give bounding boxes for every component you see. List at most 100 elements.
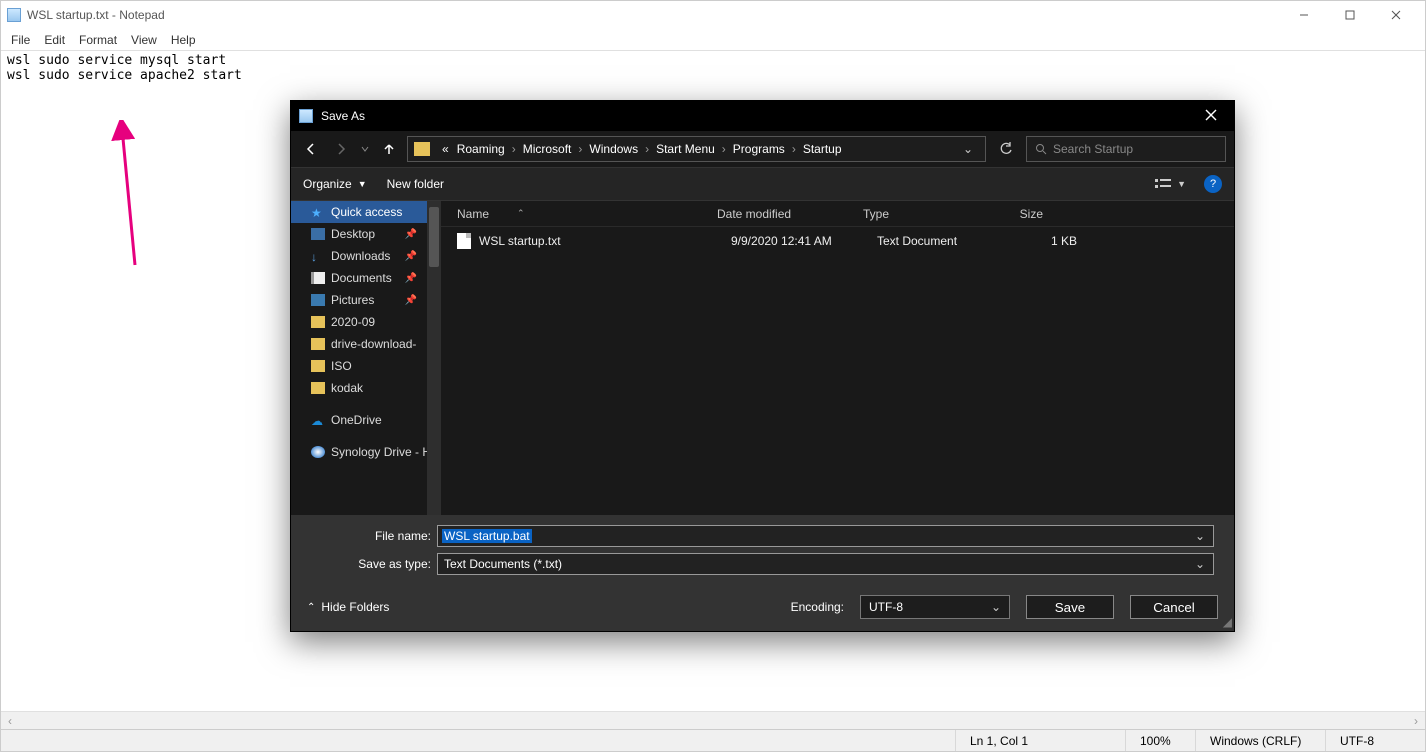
tree-item[interactable]: ☁OneDrive (291, 409, 441, 431)
tree-item-label: Quick access (331, 205, 402, 219)
status-encoding: UTF-8 (1325, 730, 1425, 751)
nav-up-button[interactable] (377, 137, 401, 161)
tree-item[interactable]: ISO (291, 355, 441, 377)
nav-forward-button[interactable] (329, 137, 353, 161)
view-options-button[interactable]: ▼ (1155, 177, 1186, 191)
notepad-titlebar[interactable]: WSL startup.txt - Notepad (1, 1, 1425, 29)
savetype-select[interactable]: Text Documents (*.txt) ⌄ (437, 553, 1214, 575)
maximize-button[interactable] (1327, 1, 1373, 29)
organize-button[interactable]: Organize ▼ (303, 177, 367, 191)
resize-grip-icon[interactable]: ◢ (1223, 615, 1232, 629)
address-bar[interactable]: « Roaming› Microsoft› Windows› Start Men… (407, 136, 986, 162)
pics-icon (311, 294, 325, 306)
column-headers[interactable]: Name ⌃ Date modified Type Size (441, 201, 1234, 227)
tree-item[interactable]: kodak (291, 377, 441, 399)
tree-item[interactable]: Documents📌 (291, 267, 441, 289)
breadcrumb-seg[interactable]: Roaming (453, 142, 509, 156)
tree-item[interactable]: Synology Drive - H (291, 441, 441, 463)
refresh-button[interactable] (992, 136, 1020, 162)
chevron-right-icon[interactable]: › (719, 142, 729, 156)
minimize-button[interactable] (1281, 1, 1327, 29)
dialog-navbar: « Roaming› Microsoft› Windows› Start Men… (291, 131, 1234, 167)
file-name: WSL startup.txt (479, 234, 731, 248)
chevron-down-icon[interactable]: ⌄ (1191, 529, 1209, 543)
cancel-button[interactable]: Cancel (1130, 595, 1218, 619)
tree-item-label: Pictures (331, 293, 374, 307)
menu-format[interactable]: Format (79, 33, 117, 47)
menu-file[interactable]: File (11, 33, 30, 47)
col-name[interactable]: Name (457, 207, 489, 221)
horizontal-scrollbar[interactable]: ‹ › (1, 711, 1425, 729)
folder-icon (311, 360, 325, 372)
tree-item[interactable]: ★ Quick access (291, 201, 441, 223)
close-button[interactable] (1373, 1, 1419, 29)
search-placeholder: Search Startup (1053, 142, 1133, 156)
nav-recent-dropdown[interactable] (359, 137, 371, 161)
scroll-right-icon[interactable]: › (1407, 714, 1425, 728)
dialog-titlebar[interactable]: Save As (291, 101, 1234, 131)
tree-item[interactable]: drive-download- (291, 333, 441, 355)
filename-input[interactable]: WSL startup.bat ⌄ (437, 525, 1214, 547)
tree-item[interactable]: ↓Downloads📌 (291, 245, 441, 267)
folder-icon (311, 316, 325, 328)
chevron-down-icon[interactable]: ⌄ (991, 600, 1001, 614)
tree-item[interactable]: 2020-09 (291, 311, 441, 333)
file-size: 1 KB (997, 234, 1077, 248)
file-row[interactable]: WSL startup.txt9/9/2020 12:41 AMText Doc… (441, 227, 1234, 255)
folder-icon (311, 382, 325, 394)
view-icon (1155, 177, 1173, 191)
breadcrumb-seg[interactable]: Windows (585, 142, 642, 156)
folder-icon (414, 142, 430, 156)
menu-edit[interactable]: Edit (44, 33, 65, 47)
notepad-icon (299, 109, 313, 123)
chevron-right-icon[interactable]: › (575, 142, 585, 156)
encoding-label: Encoding: (791, 600, 844, 614)
dialog-toolbar: Organize ▼ New folder ▼ ? (291, 167, 1234, 201)
tree-item-label: Synology Drive - H (331, 445, 431, 459)
tree-item[interactable]: Desktop📌 (291, 223, 441, 245)
help-button[interactable]: ? (1204, 175, 1222, 193)
new-folder-button[interactable]: New folder (387, 177, 444, 191)
sort-indicator-icon: ⌃ (517, 208, 525, 219)
chevron-down-icon: ▼ (1177, 179, 1186, 189)
file-type: Text Document (877, 234, 997, 248)
dialog-close-button[interactable] (1196, 108, 1226, 124)
chevron-right-icon[interactable]: › (642, 142, 652, 156)
tree-item-label: drive-download- (331, 337, 416, 351)
dialog-fields: File name: WSL startup.bat ⌄ Save as typ… (291, 515, 1234, 587)
folder-tree[interactable]: ★ Quick access Desktop📌↓Downloads📌Document… (291, 201, 441, 515)
chevron-right-icon[interactable]: › (789, 142, 799, 156)
address-dropdown-icon[interactable]: ⌄ (957, 142, 979, 156)
scroll-left-icon[interactable]: ‹ (1, 714, 19, 728)
tree-scrollbar[interactable] (427, 201, 441, 515)
search-input[interactable]: Search Startup (1026, 136, 1226, 162)
breadcrumb-seg[interactable]: Start Menu (652, 142, 719, 156)
breadcrumb-seg[interactable]: Microsoft (519, 142, 576, 156)
chevron-up-icon: ⌃ (307, 602, 315, 613)
menu-help[interactable]: Help (171, 33, 196, 47)
col-date[interactable]: Date modified (717, 207, 863, 221)
chevron-right-icon[interactable]: › (509, 142, 519, 156)
save-button[interactable]: Save (1026, 595, 1114, 619)
downloads-icon: ↓ (311, 250, 325, 262)
tree-item[interactable]: Pictures📌 (291, 289, 441, 311)
notepad-icon (7, 8, 21, 22)
encoding-select[interactable]: UTF-8 ⌄ (860, 595, 1010, 619)
breadcrumb-prefix[interactable]: « (438, 142, 453, 156)
notepad-title: WSL startup.txt - Notepad (27, 8, 165, 22)
col-type[interactable]: Type (863, 207, 983, 221)
star-icon: ★ (311, 206, 325, 218)
scrollbar-thumb[interactable] (429, 207, 439, 267)
menu-view[interactable]: View (131, 33, 157, 47)
hide-folders-button[interactable]: ⌃ Hide Folders (307, 600, 389, 614)
notepad-statusbar: Ln 1, Col 1 100% Windows (CRLF) UTF-8 (1, 729, 1425, 751)
folder-icon (311, 338, 325, 350)
chevron-down-icon[interactable]: ⌄ (1191, 557, 1209, 571)
savetype-value: Text Documents (*.txt) (442, 557, 564, 571)
chevron-down-icon: ▼ (358, 179, 367, 189)
col-size[interactable]: Size (983, 207, 1063, 221)
breadcrumb-seg[interactable]: Startup (799, 142, 846, 156)
status-eol: Windows (CRLF) (1195, 730, 1325, 751)
breadcrumb-seg[interactable]: Programs (729, 142, 789, 156)
nav-back-button[interactable] (299, 137, 323, 161)
